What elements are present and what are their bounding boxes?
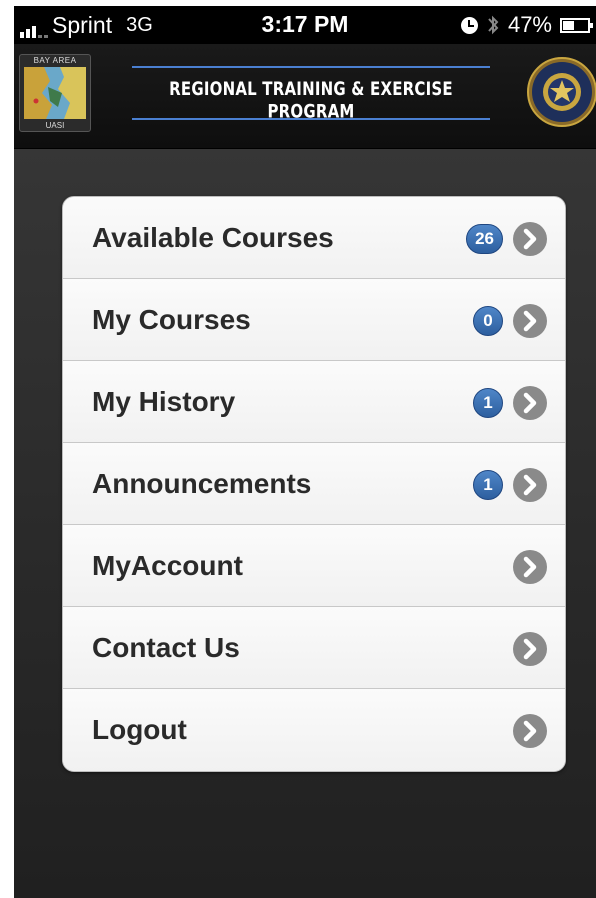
chevron-right-icon: [513, 304, 547, 338]
chevron-right-icon: [513, 222, 547, 256]
chevron-right-icon: [513, 714, 547, 748]
bay-map-icon: [24, 67, 86, 119]
menu-item-label: Available Courses: [92, 222, 334, 253]
battery-icon: [560, 17, 593, 33]
app-screen: Sprint 3G 3:17 PM 47% BAY AREA UASI REGI…: [14, 6, 596, 898]
chevron-right-icon: [513, 386, 547, 420]
count-badge: 1: [473, 388, 503, 418]
menu-item-label: My Courses: [92, 304, 251, 335]
menu-item-contact-us[interactable]: Contact Us: [63, 607, 565, 689]
battery-percent: 47%: [507, 12, 552, 37]
menu-item-my-account[interactable]: MyAccount: [63, 525, 565, 607]
chevron-right-icon: [513, 550, 547, 584]
app-header: BAY AREA UASI REGIONAL TRAINING & EXERCI…: [14, 44, 596, 149]
sheriff-badge-logo: [527, 57, 596, 127]
bluetooth-icon: [488, 15, 499, 35]
chevron-right-icon: [513, 468, 547, 502]
menu-item-label: Contact Us: [92, 632, 240, 663]
header-title-block: REGIONAL TRAINING & EXERCISE PROGRAM: [132, 66, 490, 123]
bay-area-uasi-logo: BAY AREA UASI: [19, 54, 91, 132]
header-divider: [132, 66, 490, 68]
status-right: 47%: [460, 12, 593, 38]
menu-item-my-courses[interactable]: My Courses 0: [63, 279, 565, 361]
alarm-icon: [460, 16, 478, 34]
header-title: REGIONAL TRAINING & EXERCISE PROGRAM: [169, 77, 453, 123]
logo-top-text: BAY AREA: [33, 56, 77, 65]
logo-bottom-text: UASI: [45, 121, 65, 130]
count-badge: 26: [466, 224, 503, 254]
header-divider: [132, 118, 490, 120]
menu-item-announcements[interactable]: Announcements 1: [63, 443, 565, 525]
menu-item-label: MyAccount: [92, 550, 243, 581]
menu-item-label: My History: [92, 386, 236, 417]
count-badge: 0: [473, 306, 503, 336]
menu-item-my-history[interactable]: My History 1: [63, 361, 565, 443]
status-bar: Sprint 3G 3:17 PM 47%: [14, 6, 596, 44]
menu-item-label: Announcements: [92, 468, 312, 499]
menu-item-available-courses[interactable]: Available Courses 26: [63, 197, 565, 279]
menu-item-label: Logout: [92, 714, 187, 745]
main-menu: Available Courses 26 My Courses 0 My His…: [62, 196, 566, 772]
count-badge: 1: [473, 470, 503, 500]
menu-item-logout[interactable]: Logout: [63, 689, 565, 771]
chevron-right-icon: [513, 632, 547, 666]
